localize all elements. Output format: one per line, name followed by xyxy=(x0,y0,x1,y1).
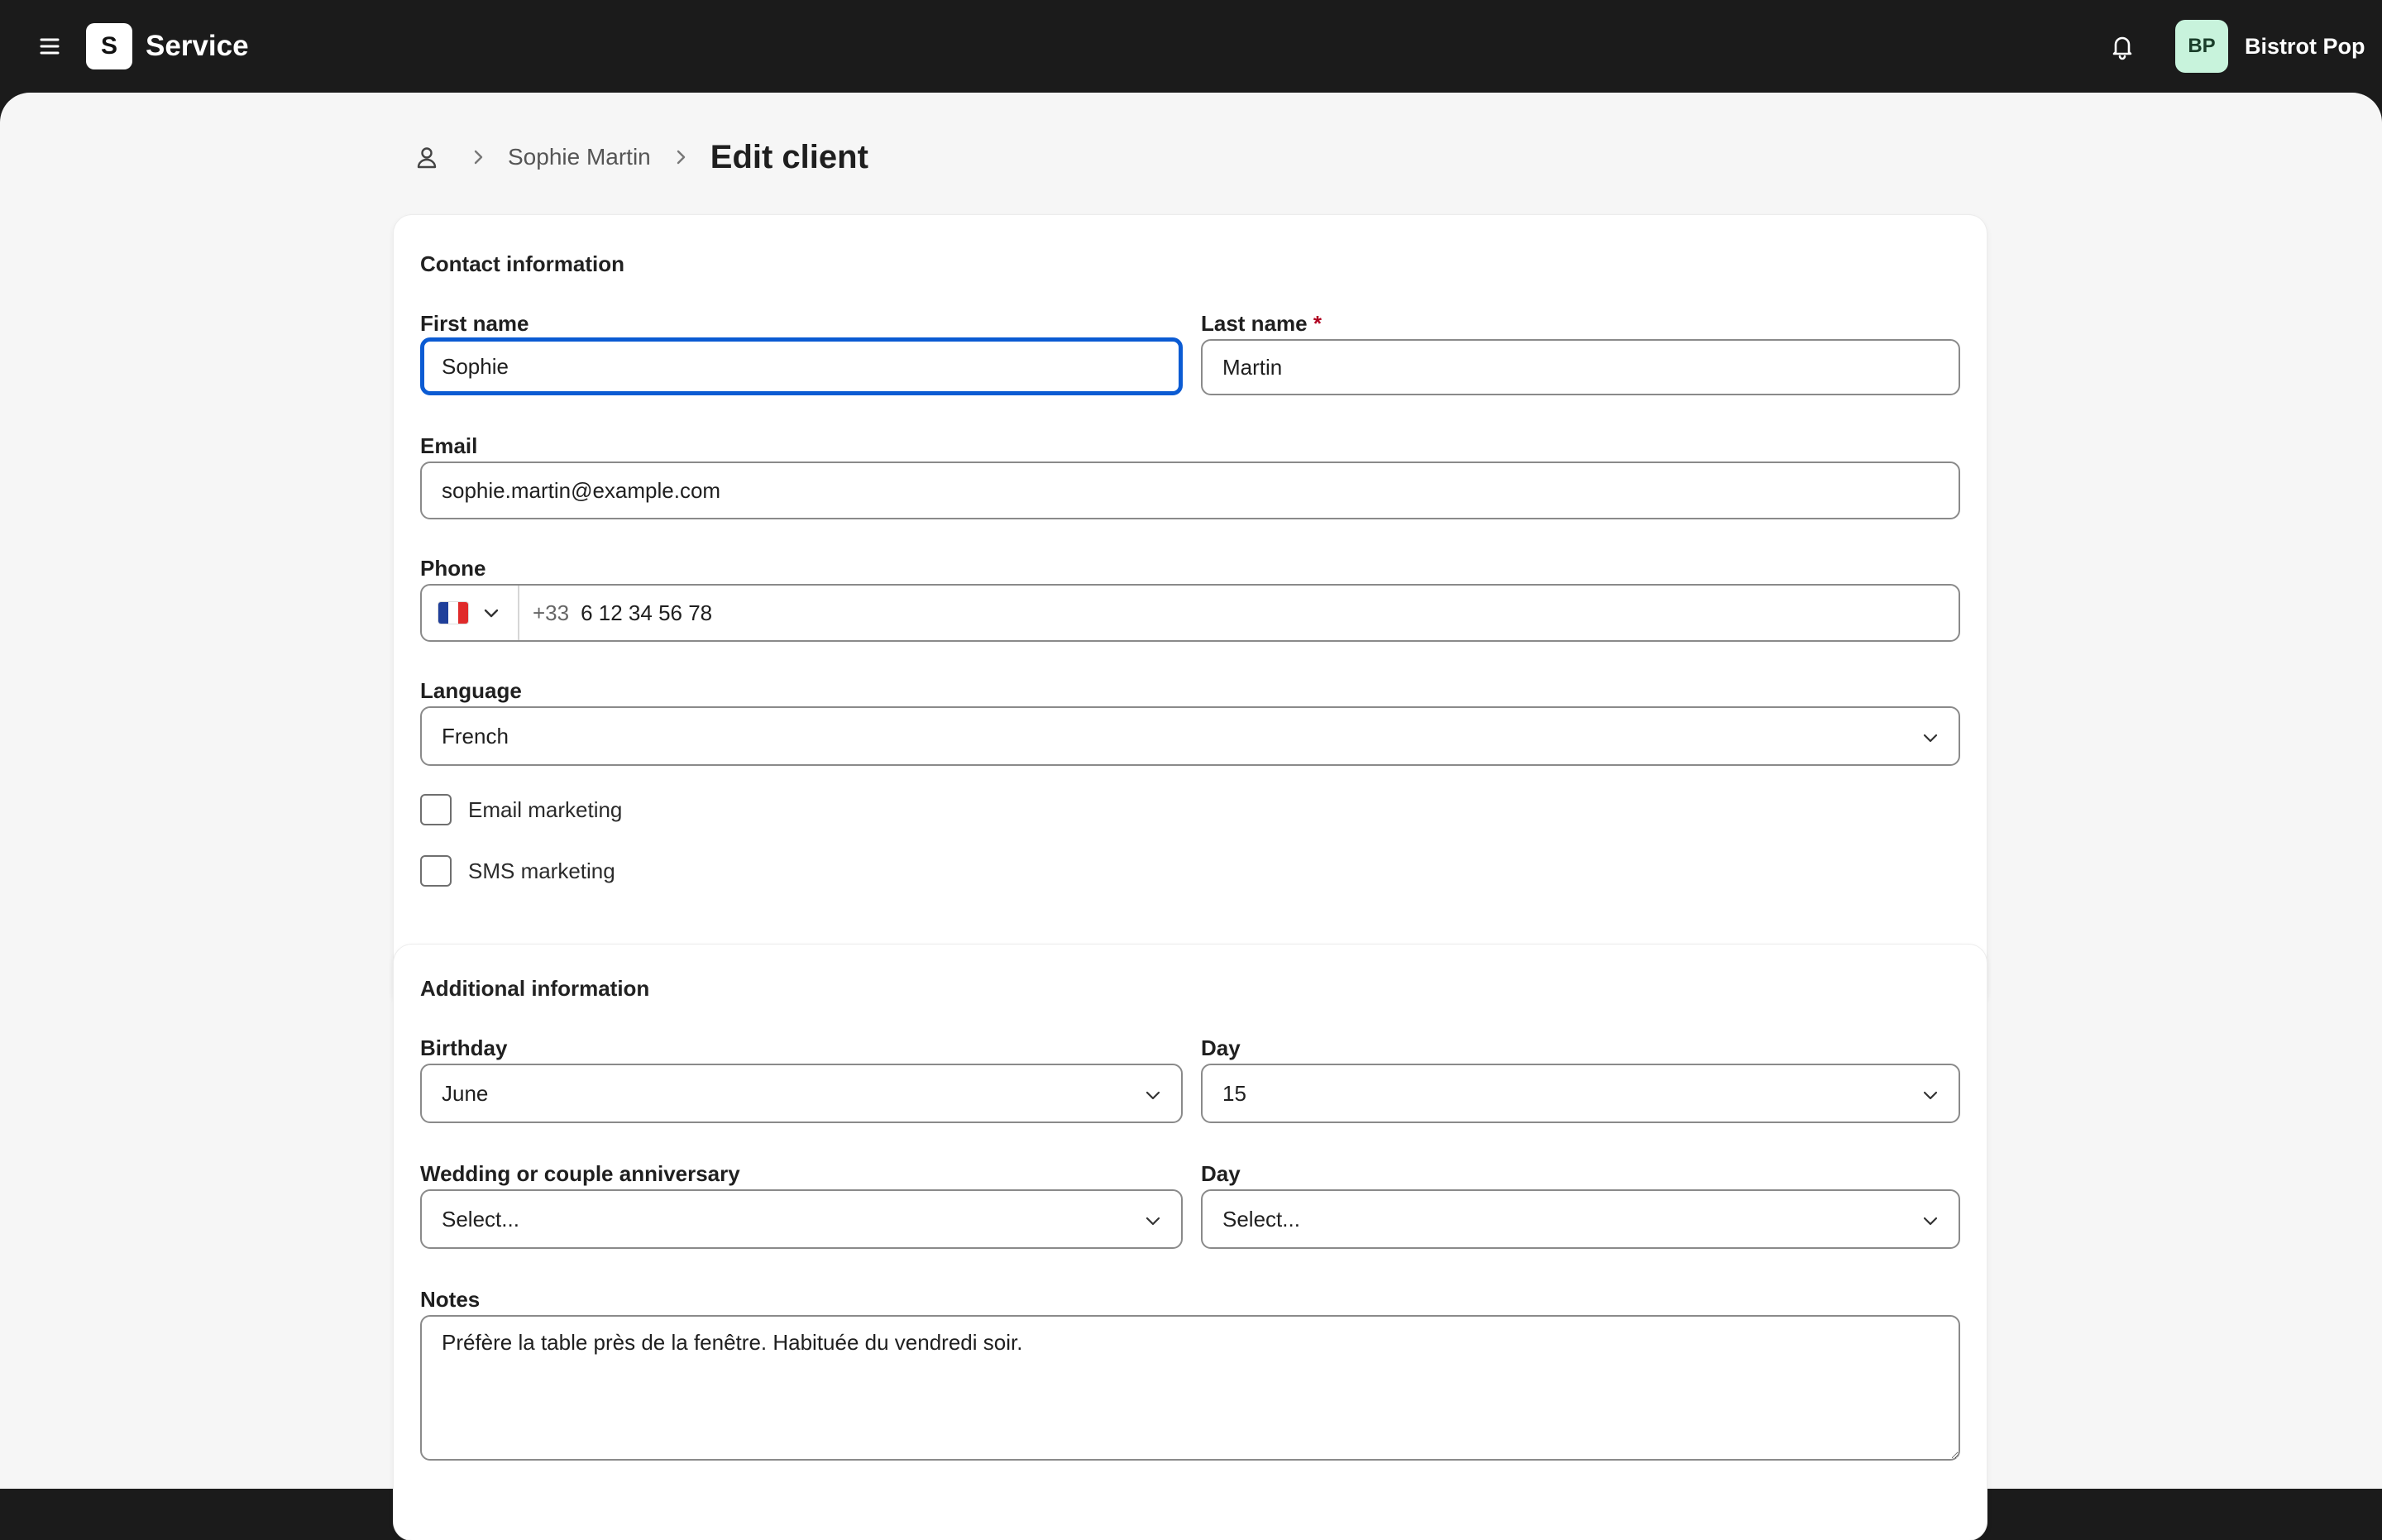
email-label: Email xyxy=(420,433,478,458)
phone-prefix: +33 xyxy=(533,600,570,625)
phone-label: Phone xyxy=(420,556,486,581)
app-name: Service xyxy=(146,30,249,62)
avatar: BP xyxy=(2175,20,2228,73)
france-flag-icon xyxy=(438,602,468,624)
phone-field: +33 xyxy=(420,584,1960,642)
email-marketing-checkbox[interactable] xyxy=(420,794,452,825)
notes-textarea[interactable]: Préfère la table près de la fenêtre. Hab… xyxy=(420,1315,1960,1461)
language-value: French xyxy=(442,723,509,748)
anniversary-month-value: Select... xyxy=(442,1206,519,1232)
account-name: Bistrot Pop xyxy=(2245,33,2365,59)
birthday-label: Birthday xyxy=(420,1035,508,1060)
last-name-label-text: Last name xyxy=(1201,311,1308,336)
page-title: Edit client xyxy=(710,138,868,175)
sms-marketing-option[interactable]: SMS marketing xyxy=(420,855,615,887)
sms-marketing-checkbox[interactable] xyxy=(420,855,452,887)
anniversary-day-label: Day xyxy=(1201,1161,1241,1186)
language-label: Language xyxy=(420,678,522,703)
breadcrumb: Sophie Martin Edit client xyxy=(405,132,868,182)
anniversary-month-select[interactable]: Select... xyxy=(420,1189,1183,1249)
section-title-additional: Additional information xyxy=(420,976,650,1001)
chevron-down-icon xyxy=(1923,1091,1938,1100)
phone-number-input[interactable] xyxy=(579,599,1906,627)
top-bar: S Service BP Bistrot Pop xyxy=(0,0,2382,93)
birthday-month-select[interactable]: June xyxy=(420,1064,1183,1123)
email-marketing-label: Email marketing xyxy=(468,796,623,822)
chevron-down-icon xyxy=(484,609,499,618)
chevron-down-icon xyxy=(1923,1217,1938,1226)
account-menu[interactable]: BP Bistrot Pop xyxy=(2175,20,2365,73)
chevron-right-icon xyxy=(474,150,483,165)
breadcrumb-client-link[interactable]: Sophie Martin xyxy=(508,144,651,170)
email-input[interactable] xyxy=(420,462,1960,519)
birthday-day-label: Day xyxy=(1201,1035,1241,1060)
last-name-label: Last name * xyxy=(1201,311,1322,337)
anniversary-day-value: Select... xyxy=(1222,1206,1300,1232)
bell-icon[interactable] xyxy=(2106,30,2139,63)
required-mark: * xyxy=(1313,311,1322,336)
last-name-input[interactable] xyxy=(1201,339,1960,395)
app-logo[interactable]: S xyxy=(86,23,132,69)
anniversary-day-select[interactable]: Select... xyxy=(1201,1189,1960,1249)
logo-letter: S xyxy=(100,32,117,60)
first-name-label: First name xyxy=(420,311,529,336)
user-icon[interactable] xyxy=(405,136,448,179)
chevron-down-icon xyxy=(1923,734,1938,743)
additional-information-card: Additional information Birthday June Day… xyxy=(394,945,1987,1540)
main-content: Sophie Martin Edit client Contact inform… xyxy=(0,93,2382,1540)
chevron-down-icon xyxy=(1146,1217,1160,1226)
first-name-input[interactable] xyxy=(420,337,1183,395)
sms-marketing-label: SMS marketing xyxy=(468,858,615,883)
section-title-contact: Contact information xyxy=(420,251,624,276)
notes-label: Notes xyxy=(420,1287,481,1312)
birthday-day-select[interactable]: 15 xyxy=(1201,1064,1960,1123)
language-select[interactable]: French xyxy=(420,706,1960,766)
menu-icon[interactable] xyxy=(33,30,66,63)
birthday-day-value: 15 xyxy=(1222,1080,1246,1106)
email-marketing-option[interactable]: Email marketing xyxy=(420,794,622,825)
contact-information-card: Contact information First name Last name… xyxy=(394,215,1987,1007)
birthday-month-value: June xyxy=(442,1080,489,1106)
anniversary-label: Wedding or couple anniversary xyxy=(420,1161,740,1186)
country-code-selector[interactable] xyxy=(422,586,519,640)
chevron-right-icon xyxy=(677,150,685,165)
chevron-down-icon xyxy=(1146,1091,1160,1100)
